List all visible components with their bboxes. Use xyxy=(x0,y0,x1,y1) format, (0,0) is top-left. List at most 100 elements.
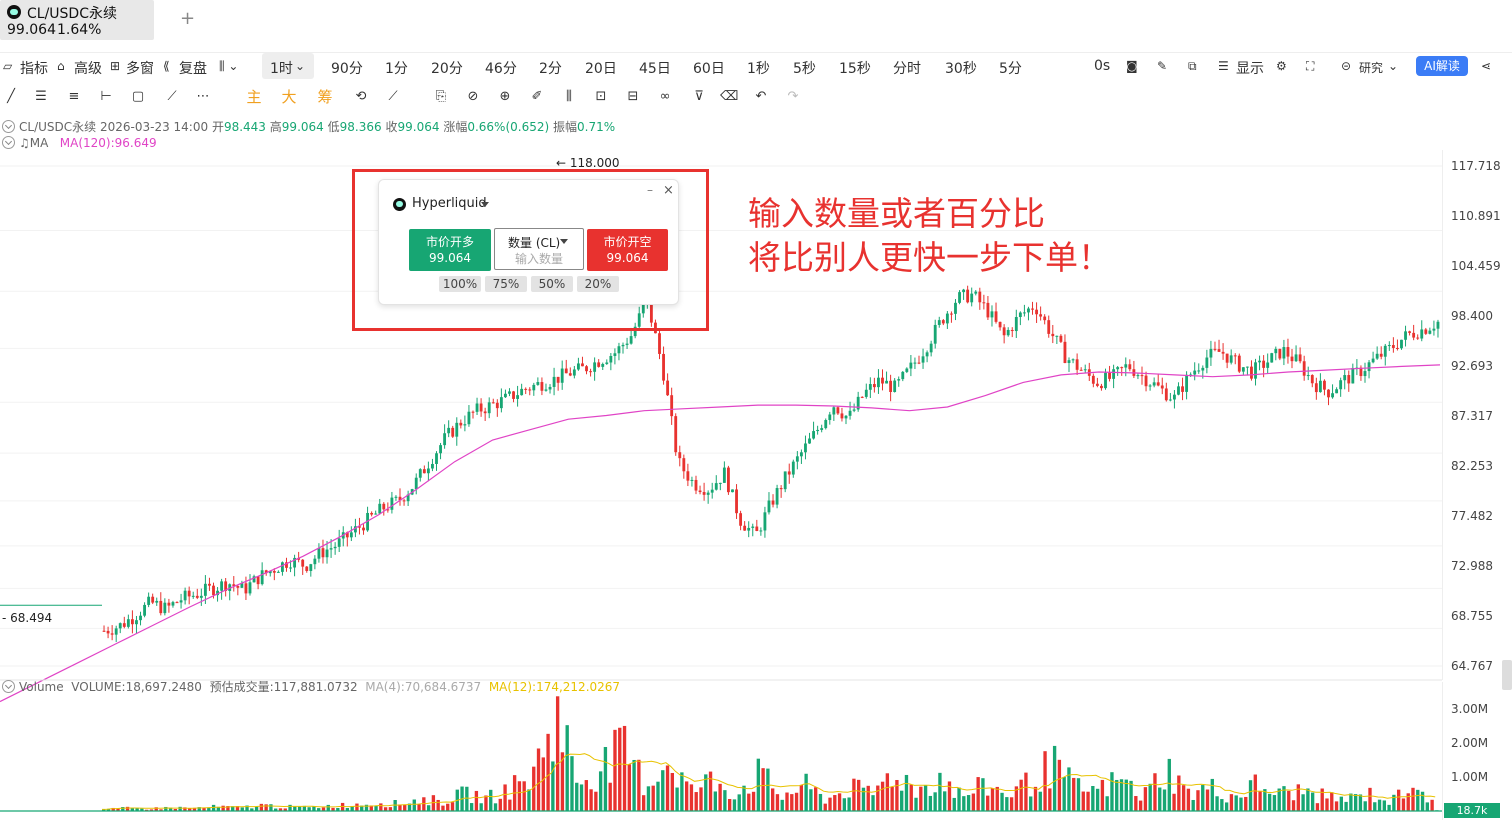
candle-body xyxy=(1254,362,1257,379)
share-icon[interactable]: ⋖ xyxy=(1481,59,1491,73)
volume-axis[interactable]: 3.00M 2.00M 1.00M xyxy=(1442,682,1512,820)
percent-100-button[interactable]: 100% xyxy=(439,276,481,292)
percent-75-button[interactable]: 75% xyxy=(485,276,527,292)
display-button[interactable]: 显示 xyxy=(1236,58,1264,78)
parallel-lines-icon[interactable]: ☰ xyxy=(32,88,50,106)
pencil-icon[interactable]: ✎ xyxy=(1157,59,1167,73)
caret-down-icon[interactable] xyxy=(560,239,568,244)
quantity-unit-select[interactable]: 数量 (CL) xyxy=(508,234,560,251)
sync-icon[interactable]: ⟲ xyxy=(352,88,370,106)
interval-1h[interactable]: 1时 xyxy=(270,58,293,78)
interval-1m[interactable]: 1分 xyxy=(385,58,408,78)
volume-bar xyxy=(799,784,804,811)
volume-bar xyxy=(641,795,646,811)
magnet-icon[interactable]: ⟋ xyxy=(384,88,402,106)
interval-5s[interactable]: 5秒 xyxy=(793,58,816,78)
fullscreen-icon[interactable]: ⛶ xyxy=(1306,59,1314,74)
undo-icon[interactable]: ↶ xyxy=(752,88,770,106)
candle-body xyxy=(179,600,183,603)
candles-icon[interactable]: ⫼ xyxy=(560,88,578,106)
large-order-toggle[interactable]: 大 xyxy=(280,88,298,106)
interval-45d[interactable]: 45日 xyxy=(639,58,671,78)
interval-60d[interactable]: 60日 xyxy=(693,58,725,78)
ai-read-button[interactable]: AI解读 xyxy=(1416,56,1468,76)
candle-body xyxy=(1136,375,1140,377)
popout-icon[interactable]: ⧉ xyxy=(1188,59,1197,74)
candle-body xyxy=(512,391,515,399)
market-long-button[interactable]: 市价开多 99.064 xyxy=(409,229,491,271)
volume-bar xyxy=(1162,789,1167,811)
interval-20m[interactable]: 20分 xyxy=(431,58,463,78)
volume-bar xyxy=(178,806,182,811)
candle-body xyxy=(195,595,199,598)
quantity-field[interactable]: 数量 (CL) xyxy=(494,228,584,270)
ruler-icon[interactable]: ⊘ xyxy=(464,88,482,106)
interval-2m[interactable]: 2分 xyxy=(539,58,562,78)
volume-bar xyxy=(1253,774,1257,811)
interval-46m[interactable]: 46分 xyxy=(485,58,517,78)
chevron-down-icon[interactable]: ⌄ xyxy=(1388,59,1398,73)
volume-bar xyxy=(1258,790,1262,811)
ma-value: MA(120):96.649 xyxy=(59,136,157,150)
volume-bar xyxy=(1339,796,1343,811)
percent-20-button[interactable]: 20% xyxy=(577,276,619,292)
interval-15s[interactable]: 15秒 xyxy=(839,58,871,78)
candle-body xyxy=(585,366,588,372)
eye-icon[interactable]: ⊟ xyxy=(624,88,642,106)
replay-button[interactable]: 复盘 xyxy=(179,58,207,78)
candle-body xyxy=(674,416,678,453)
candle-body xyxy=(491,402,495,404)
advanced-button[interactable]: 高级 xyxy=(74,58,102,78)
plus-icon[interactable]: + xyxy=(180,8,195,29)
link-icon[interactable]: ∞ xyxy=(656,88,674,106)
more-tools-icon[interactable]: ⋯ xyxy=(194,88,212,106)
collapse-icon[interactable] xyxy=(2,680,15,693)
price-axis[interactable]: 117.718 110.891 104.459 98.400 92.693 87… xyxy=(1442,150,1512,680)
ma-name: MA xyxy=(29,136,49,150)
volume-ma4: MA(4):70,684.6737 xyxy=(365,680,482,694)
indicators-button[interactable]: 指标 xyxy=(20,58,48,78)
price-tick: 68.755 xyxy=(1451,609,1493,623)
interval-90m[interactable]: 90分 xyxy=(331,58,363,78)
rectangle-icon[interactable]: ▢ xyxy=(129,88,147,106)
collapse-icon[interactable] xyxy=(2,136,15,149)
interval-30s[interactable]: 30秒 xyxy=(945,58,977,78)
lock-icon[interactable]: ⊡ xyxy=(592,88,610,106)
interval-1s[interactable]: 1秒 xyxy=(747,58,770,78)
camera-icon[interactable]: ◙ xyxy=(1126,59,1138,73)
trend-line-icon[interactable]: ╱ xyxy=(2,88,20,106)
candle-body xyxy=(260,570,264,585)
research-button[interactable]: 研究 xyxy=(1359,59,1383,76)
zoom-icon[interactable]: ⊕ xyxy=(496,88,514,106)
settings-icon[interactable]: ⚙ xyxy=(1276,59,1287,73)
text-icon[interactable]: ⎘ xyxy=(432,88,450,106)
chips-toggle[interactable]: 筹 xyxy=(316,88,334,106)
market-short-button[interactable]: 市价开空 99.064 xyxy=(587,229,668,271)
candle-body xyxy=(576,363,580,370)
interval-20d[interactable]: 20日 xyxy=(585,58,617,78)
redo-icon[interactable]: ↷ xyxy=(784,88,802,106)
path-icon[interactable]: ⟋ xyxy=(163,88,181,106)
close-icon[interactable]: × xyxy=(663,183,674,198)
percent-50-button[interactable]: 50% xyxy=(531,276,573,292)
collapse-icon[interactable] xyxy=(2,120,15,133)
brush-icon[interactable]: ✐ xyxy=(528,88,546,106)
trash-icon[interactable]: ⌫ xyxy=(720,88,738,106)
bell-icon[interactable]: ♫ xyxy=(19,136,30,150)
exchange-select[interactable]: Hyperliquid xyxy=(412,196,487,211)
horizontal-lines-icon[interactable]: ≡ xyxy=(65,88,83,106)
multi-window-button[interactable]: 多窗 xyxy=(126,58,154,78)
horizontal-ray-icon[interactable]: ⊢ xyxy=(97,88,115,106)
caret-down-icon[interactable] xyxy=(481,202,489,207)
symbol-tab[interactable]: CL/USDC永续 99.064 1.64% xyxy=(0,0,154,40)
quantity-input[interactable] xyxy=(499,251,579,267)
interval-5m[interactable]: 5分 xyxy=(999,58,1022,78)
chart-type-icon[interactable]: ⫼ ⌄ xyxy=(219,59,238,74)
chevron-down-icon[interactable]: ⌄ xyxy=(295,59,305,73)
volume-bar xyxy=(823,803,827,811)
minimize-icon[interactable]: – xyxy=(647,183,653,197)
interval-timeshare[interactable]: 分时 xyxy=(893,58,921,78)
main-chart-toggle[interactable]: 主 xyxy=(245,88,263,106)
filter-icon[interactable]: ⊽ xyxy=(690,88,708,106)
candle-body xyxy=(1310,375,1314,384)
